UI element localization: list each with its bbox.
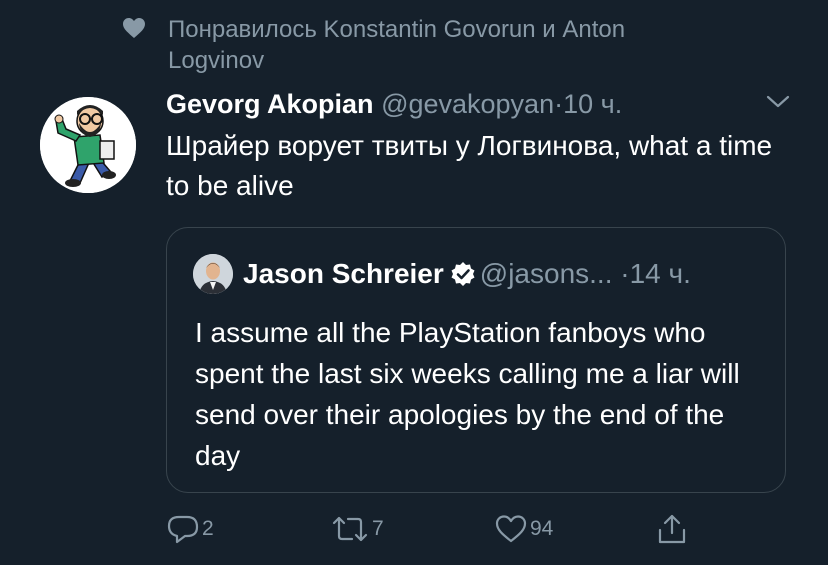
reply-button[interactable]: 2	[166, 512, 214, 546]
author-name[interactable]: Gevorg Akopian	[166, 89, 374, 119]
quoted-author-name[interactable]: Jason Schreier	[243, 258, 444, 289]
quoted-tweet-time[interactable]: 14 ч.	[630, 258, 691, 289]
author-avatar[interactable]	[40, 97, 136, 193]
social-context-text: Понравилось Konstantin Govorun и Anton L…	[168, 16, 626, 74]
retweet-button[interactable]: 7	[330, 512, 384, 546]
verified-badge-icon	[451, 262, 475, 286]
avatar-illustration	[40, 97, 136, 193]
tweet-text: Шрайер ворует твиты у Логвинова, what a …	[166, 130, 773, 201]
separator-dot: ·	[554, 89, 564, 119]
heart-icon	[123, 18, 145, 38]
quoted-tweet-header: Jason Schreier @jasons... ·14 ч.	[243, 256, 691, 292]
reply-count: 2	[202, 517, 214, 540]
retweet-icon	[332, 516, 368, 542]
share-button[interactable]	[655, 512, 689, 546]
quoted-tweet-card[interactable]: Jason Schreier @jasons... ·14 ч. I assum…	[166, 227, 786, 493]
reply-icon	[167, 515, 199, 544]
tweet-header: Gevorg Akopian @gevakopyan·10 ч.	[166, 86, 622, 122]
like-count: 94	[530, 517, 554, 540]
chevron-down-icon[interactable]	[765, 93, 791, 111]
like-heart-icon	[495, 515, 527, 543]
quoted-author-handle[interactable]: @jasons...	[480, 258, 613, 289]
share-icon	[658, 514, 686, 544]
quoted-tweet-text: I assume all the PlayStation fanboys who…	[195, 317, 740, 471]
quoted-author-avatar[interactable]	[193, 254, 233, 294]
quoted-avatar-photo	[193, 254, 233, 294]
like-button[interactable]: 94	[494, 512, 553, 546]
author-handle[interactable]: @gevakopyan	[381, 89, 554, 119]
retweet-count: 7	[372, 517, 384, 540]
quoted-separator-dot: ·	[620, 258, 630, 289]
tweet-time[interactable]: 10 ч.	[563, 89, 622, 119]
